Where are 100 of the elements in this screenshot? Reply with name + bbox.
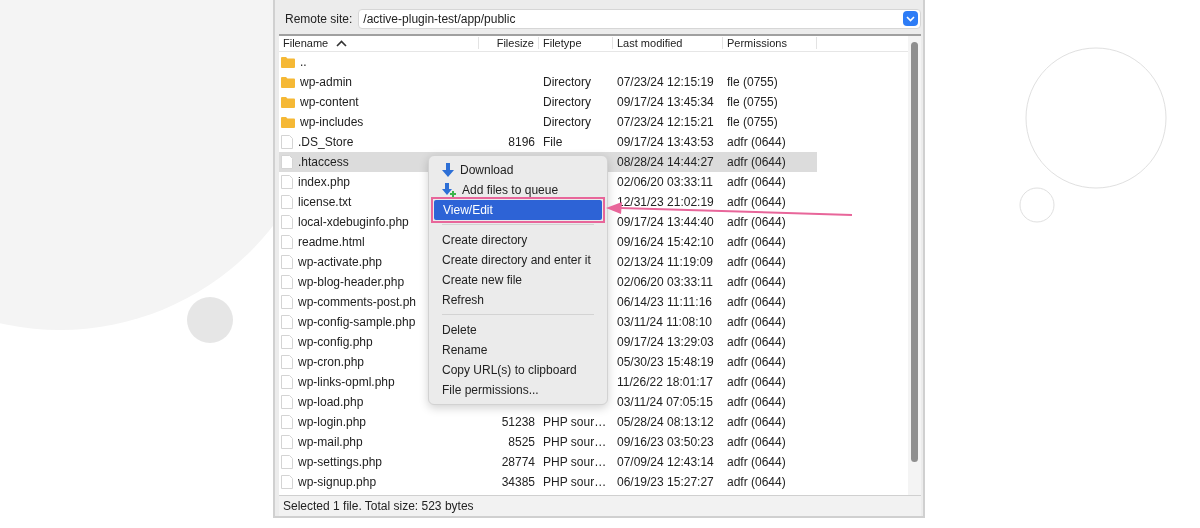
file-type: Directory xyxy=(543,114,591,129)
file-name: readme.html xyxy=(298,234,365,249)
file-size: 51238 xyxy=(501,414,535,429)
file-name: wp-mail.php xyxy=(298,434,363,449)
menu-item[interactable]: Copy URL(s) to clipboard xyxy=(433,360,603,380)
remote-site-field[interactable]: /active-plugin-test/app/public xyxy=(358,8,921,29)
permissions: adfr (0644) xyxy=(727,234,786,249)
column-header[interactable]: Filesize xyxy=(479,37,539,50)
last-modified: 02/06/20 03:33:11 xyxy=(617,174,713,189)
file-type: Directory xyxy=(543,74,591,89)
file-type: PHP sour… xyxy=(543,474,607,489)
sort-caret-icon xyxy=(336,39,348,47)
permissions: adfr (0644) xyxy=(727,434,786,449)
file-name: index.php xyxy=(298,174,351,189)
column-header[interactable]: Filename xyxy=(279,37,479,50)
last-modified: 09/17/24 13:45:34 xyxy=(617,94,714,109)
last-modified: 11/26/22 18:01:17 xyxy=(617,374,713,389)
permissions: adfr (0644) xyxy=(727,454,786,469)
file-name: wp-includes xyxy=(300,114,364,129)
menu-item[interactable]: Create directory xyxy=(433,230,603,250)
permissions: adfr (0644) xyxy=(727,474,786,489)
permissions: adfr (0644) xyxy=(727,294,786,309)
column-header[interactable]: Filetype xyxy=(539,37,613,50)
down-arrow-plus-icon xyxy=(442,183,456,197)
permissions: adfr (0644) xyxy=(727,314,786,329)
column-header[interactable]: Last modified xyxy=(613,37,723,50)
file-name: wp-content xyxy=(300,94,359,109)
last-modified: 02/06/20 03:33:11 xyxy=(617,274,713,289)
file-name: license.txt xyxy=(298,194,352,209)
file-name: wp-cron.php xyxy=(298,354,365,369)
permissions: fle (0755) xyxy=(727,114,778,129)
last-modified: 05/28/24 08:13:12 xyxy=(617,414,714,429)
permissions: adfr (0644) xyxy=(727,394,786,409)
scrollbar[interactable] xyxy=(908,35,921,496)
menu-item[interactable]: Create directory and enter it xyxy=(433,250,603,270)
permissions: adfr (0644) xyxy=(727,274,786,289)
file-type: PHP sour… xyxy=(543,434,607,449)
column-header[interactable]: Permissions xyxy=(723,37,817,50)
permissions: fle (0755) xyxy=(727,74,778,89)
permissions: adfr (0644) xyxy=(727,174,786,189)
down-arrow-icon xyxy=(442,163,454,177)
permissions: adfr (0644) xyxy=(727,154,786,169)
file-name: wp-comments-post.ph xyxy=(298,294,417,309)
file-name: wp-config.php xyxy=(298,334,373,349)
permissions: adfr (0644) xyxy=(727,374,786,389)
permissions: adfr (0644) xyxy=(727,414,786,429)
last-modified: 07/09/24 12:43:14 xyxy=(617,454,714,469)
menu-item[interactable]: Download xyxy=(433,160,603,180)
menu-item[interactable]: Create new file xyxy=(433,270,603,290)
file-type: PHP sour… xyxy=(543,414,607,429)
file-size: 28774 xyxy=(501,454,535,469)
file-name: wp-blog-header.php xyxy=(298,274,405,289)
dropdown-icon[interactable] xyxy=(903,11,918,27)
file-type: PHP sour… xyxy=(543,454,607,469)
menu-item[interactable]: Delete xyxy=(433,320,603,340)
folder-icon xyxy=(281,115,295,128)
last-modified: 12/31/23 21:02:19 xyxy=(617,194,714,209)
status-bar: Selected 1 file. Total size: 523 bytes xyxy=(279,495,921,516)
last-modified: 03/11/24 07:05:15 xyxy=(617,394,713,409)
last-modified: 08/28/24 14:44:27 xyxy=(617,154,714,169)
last-modified: 09/16/23 03:50:23 xyxy=(617,434,714,449)
file-icon xyxy=(281,154,293,169)
permissions: adfr (0644) xyxy=(727,214,786,229)
file-name: wp-settings.php xyxy=(298,454,383,469)
file-name: wp-links-opml.php xyxy=(298,374,395,389)
permissions: adfr (0644) xyxy=(727,134,786,149)
last-modified: 06/14/23 11:11:16 xyxy=(617,294,712,309)
last-modified: 05/30/23 15:48:19 xyxy=(617,354,714,369)
file-name: wp-login.php xyxy=(298,414,367,429)
last-modified: 06/19/23 15:27:27 xyxy=(617,474,714,489)
last-modified: 07/23/24 12:15:21 xyxy=(617,114,714,129)
menu-item[interactable]: Rename xyxy=(433,340,603,360)
last-modified: 07/23/24 12:15:19 xyxy=(617,74,714,89)
file-name: wp-activate.php xyxy=(298,254,383,269)
permissions: adfr (0644) xyxy=(727,334,786,349)
menu-item[interactable]: Add files to queue xyxy=(433,180,603,200)
file-name: .DS_Store xyxy=(298,134,354,149)
file-size: 8196 xyxy=(508,134,535,149)
file-type: Directory xyxy=(543,94,591,109)
folder-icon xyxy=(281,95,295,108)
permissions: adfr (0644) xyxy=(727,254,786,269)
menu-item[interactable]: File permissions... xyxy=(433,380,603,400)
menu-item[interactable]: Refresh xyxy=(433,290,603,310)
file-name: wp-admin xyxy=(300,74,353,89)
folder-icon xyxy=(281,55,295,68)
file-name: wp-signup.php xyxy=(298,474,377,489)
menu-item[interactable]: View/Edit xyxy=(434,200,602,220)
file-size: 8525 xyxy=(508,434,535,449)
permissions: adfr (0644) xyxy=(727,354,786,369)
last-modified: 09/17/24 13:29:03 xyxy=(617,334,714,349)
permissions: adfr (0644) xyxy=(727,194,786,209)
file-name: wp-config-sample.php xyxy=(298,314,416,329)
last-modified: 09/16/24 15:42:10 xyxy=(617,234,714,249)
file-name: .. xyxy=(300,54,307,69)
last-modified: 09/17/24 13:43:53 xyxy=(617,134,714,149)
last-modified: 02/13/24 11:19:09 xyxy=(617,254,713,269)
file-type: File xyxy=(543,134,563,149)
file-name: local-xdebuginfo.php xyxy=(298,214,409,229)
file-name: .htaccess xyxy=(298,154,349,169)
folder-icon xyxy=(281,75,295,88)
